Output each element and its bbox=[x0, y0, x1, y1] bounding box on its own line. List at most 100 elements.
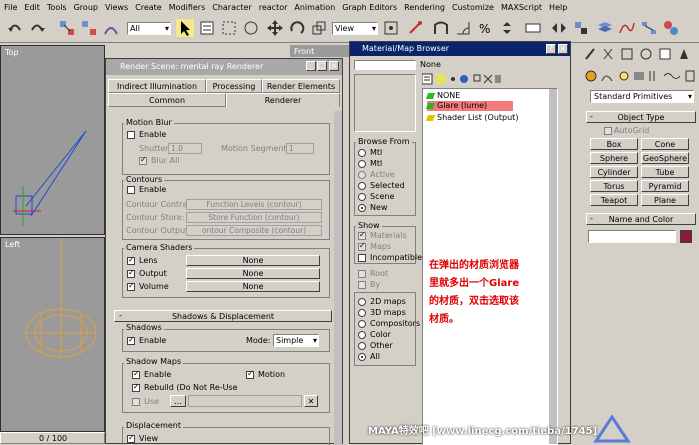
object-name-field[interactable] bbox=[588, 230, 676, 243]
menu-create[interactable]: Create bbox=[135, 3, 162, 12]
volume-shader-button[interactable]: None bbox=[186, 281, 320, 292]
by-object-checkbox[interactable] bbox=[358, 281, 366, 289]
geosphere-button[interactable]: GeoSphere bbox=[641, 152, 689, 164]
contour-output-button[interactable]: ontour Composite (contour) bbox=[186, 225, 322, 236]
browse-mtl-editor-radio[interactable] bbox=[358, 160, 366, 168]
menu-graph-editors[interactable]: Graph Editors bbox=[342, 3, 397, 12]
spinner-snap-icon[interactable] bbox=[498, 19, 516, 37]
contour-store-button[interactable]: Store Function (contour) bbox=[186, 212, 322, 223]
box-button[interactable]: Box bbox=[590, 138, 638, 150]
shadows-displacement-rollout[interactable]: - Shadows & Displacement bbox=[114, 310, 332, 322]
material-list-scrollbar[interactable] bbox=[549, 89, 557, 444]
plane-button[interactable]: Plane bbox=[641, 194, 689, 206]
maximize-button[interactable]: □ bbox=[317, 61, 327, 71]
pivot-center-icon[interactable] bbox=[382, 19, 400, 37]
autogrid-checkbox[interactable] bbox=[604, 127, 612, 135]
show-materials-checkbox[interactable] bbox=[358, 230, 366, 240]
show-incompatible-checkbox[interactable] bbox=[358, 254, 366, 262]
pyramid-button[interactable]: Pyramid bbox=[641, 180, 689, 192]
teapot-button[interactable]: Teapot bbox=[590, 194, 638, 206]
schematic-view-icon[interactable] bbox=[640, 19, 658, 37]
displacement-view-checkbox[interactable] bbox=[127, 433, 135, 443]
list-item-glare[interactable]: Glare (lume) bbox=[425, 101, 513, 111]
align-icon[interactable] bbox=[572, 19, 590, 37]
lens-shader-button[interactable]: None bbox=[186, 255, 320, 266]
menu-help[interactable]: Help bbox=[549, 3, 567, 12]
curve-editor-icon[interactable] bbox=[618, 19, 636, 37]
rotate-icon[interactable] bbox=[288, 19, 306, 37]
type-other-radio[interactable] bbox=[358, 342, 366, 350]
close-button[interactable]: × bbox=[558, 44, 568, 54]
show-maps-checkbox[interactable] bbox=[358, 241, 366, 251]
type-compositors-radio[interactable] bbox=[358, 320, 366, 328]
browse-selected-radio[interactable] bbox=[358, 182, 366, 190]
tab-indirect-illumination[interactable]: Indirect Illumination bbox=[108, 79, 206, 93]
motion-segments-spinner[interactable]: 1 bbox=[286, 143, 314, 154]
browse-mtl-library-radio[interactable] bbox=[358, 149, 366, 157]
menu-views[interactable]: Views bbox=[105, 3, 128, 12]
help-button[interactable]: ? bbox=[546, 44, 556, 54]
root-checkbox[interactable] bbox=[358, 270, 366, 278]
menu-animation[interactable]: Animation bbox=[294, 3, 335, 12]
contour-contrast-button[interactable]: Function Levels (contour) bbox=[186, 199, 322, 210]
list-item-none[interactable]: NONE bbox=[425, 91, 460, 101]
layer-manager-icon[interactable] bbox=[596, 19, 614, 37]
motion-blur-enable-checkbox[interactable] bbox=[127, 131, 135, 139]
select-link-icon[interactable] bbox=[58, 19, 76, 37]
render-scene-titlebar[interactable]: Render Scene: mental ray Renderer _ □ × bbox=[106, 59, 342, 75]
browse-button[interactable]: ... bbox=[170, 395, 186, 407]
blur-all-checkbox[interactable] bbox=[139, 155, 147, 165]
select-by-name-icon[interactable] bbox=[198, 19, 216, 37]
mirror-icon[interactable] bbox=[550, 19, 568, 37]
tab-render-elements[interactable]: Render Elements bbox=[262, 79, 340, 93]
tab-processing[interactable]: Processing bbox=[206, 79, 262, 93]
select-object-icon[interactable] bbox=[176, 19, 194, 37]
list-item-shader-list[interactable]: Shader List (Output) bbox=[425, 113, 518, 123]
type-color-radio[interactable] bbox=[358, 331, 366, 339]
tab-common[interactable]: Common bbox=[108, 93, 226, 107]
angle-snap-icon[interactable] bbox=[454, 19, 472, 37]
create-category-icons[interactable] bbox=[584, 69, 698, 83]
output-shader-button[interactable]: None bbox=[186, 268, 320, 279]
shadow-maps-enable-checkbox[interactable] bbox=[132, 369, 140, 379]
output-checkbox[interactable] bbox=[127, 268, 135, 278]
region-select-icon[interactable] bbox=[220, 19, 238, 37]
viewport-front[interactable]: Front bbox=[290, 45, 350, 57]
menu-character[interactable]: Character bbox=[212, 3, 252, 12]
unlink-icon[interactable] bbox=[80, 19, 98, 37]
menu-customize[interactable]: Customize bbox=[452, 3, 494, 12]
percent-snap-icon[interactable]: % bbox=[476, 19, 494, 37]
minimize-button[interactable]: _ bbox=[306, 61, 316, 71]
name-and-color-rollout[interactable]: - Name and Color bbox=[586, 213, 696, 225]
sphere-button[interactable]: Sphere bbox=[590, 152, 638, 164]
menu-group[interactable]: Group bbox=[74, 3, 98, 12]
menu-edit[interactable]: Edit bbox=[24, 3, 40, 12]
browse-new-radio[interactable] bbox=[358, 204, 366, 212]
rebuild-checkbox[interactable] bbox=[132, 382, 140, 392]
named-selection-icon[interactable] bbox=[524, 19, 542, 37]
menu-tools[interactable]: Tools bbox=[47, 3, 67, 12]
menu-file[interactable]: File bbox=[4, 3, 17, 12]
select-manipulate-icon[interactable] bbox=[406, 19, 424, 37]
object-type-rollout[interactable]: - Object Type bbox=[586, 111, 696, 123]
shadow-map-file-field[interactable] bbox=[188, 395, 302, 407]
volume-checkbox[interactable] bbox=[127, 281, 135, 291]
command-panel-tabs[interactable] bbox=[584, 47, 698, 61]
torus-button[interactable]: Torus bbox=[590, 180, 638, 192]
browse-scene-radio[interactable] bbox=[358, 193, 366, 201]
motion-checkbox[interactable] bbox=[246, 369, 254, 379]
window-crossing-icon[interactable] bbox=[242, 19, 260, 37]
tube-button[interactable]: Tube bbox=[641, 166, 689, 178]
browse-active-slot-radio[interactable] bbox=[358, 171, 366, 179]
type-all-radio[interactable] bbox=[358, 353, 366, 361]
menu-modifiers[interactable]: Modifiers bbox=[169, 3, 206, 12]
clear-file-button[interactable]: ✕ bbox=[304, 395, 318, 407]
shadow-mode-dropdown[interactable]: Simple ▾ bbox=[273, 334, 319, 347]
time-slider[interactable]: 0 / 100 bbox=[0, 432, 105, 444]
material-search-field[interactable] bbox=[354, 60, 416, 70]
reference-coord-dropdown[interactable]: View ▾ bbox=[332, 22, 378, 35]
primitive-type-dropdown[interactable]: Standard Primitives ▾ bbox=[590, 90, 694, 103]
lens-checkbox[interactable] bbox=[127, 255, 135, 265]
object-color-swatch[interactable] bbox=[680, 230, 692, 243]
type-3d-maps-radio[interactable] bbox=[358, 309, 366, 317]
